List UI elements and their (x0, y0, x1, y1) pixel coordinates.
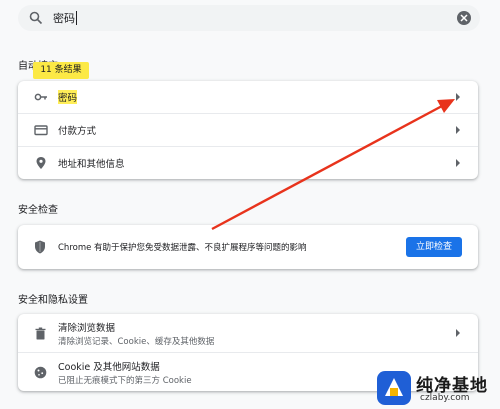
privacy-section-title: 安全和隐私设置 (18, 295, 88, 306)
check-now-button[interactable]: 立即检查 (406, 237, 462, 257)
trash-icon (35, 327, 46, 340)
autofill-item-passwords[interactable]: 密码 (18, 81, 478, 113)
autofill-item-addresses[interactable]: 地址和其他信息 (18, 146, 478, 179)
autofill-card: 密码 付款方式 地址和其他信息 (18, 81, 478, 179)
chevron-right-icon (456, 126, 460, 134)
autofill-item-label: 付款方式 (58, 126, 97, 137)
safety-check-message: Chrome 有助于保护您免受数据泄露、不良扩展程序等问题的影响 (58, 243, 307, 253)
privacy-item-title: Cookie 及其他网站数据 (58, 362, 160, 373)
privacy-item-subtitle: 已阻止无痕模式下的第三方 Cookie (58, 376, 192, 386)
search-input[interactable]: 密码 (53, 10, 75, 26)
clear-search-button[interactable] (457, 11, 471, 25)
privacy-item-title: 清除浏览数据 (58, 323, 116, 334)
credit-card-icon (34, 125, 48, 136)
safety-check-card: Chrome 有助于保护您免受数据泄露、不良扩展程序等问题的影响 立即检查 (18, 225, 478, 269)
shield-icon (35, 240, 45, 254)
autofill-item-label: 密码 (58, 90, 78, 104)
autofill-item-payment[interactable]: 付款方式 (18, 113, 478, 146)
chevron-right-icon (456, 93, 460, 101)
search-bar[interactable]: 密码 (18, 5, 480, 31)
watermark-url: czlaby.com (420, 393, 470, 403)
chevron-right-icon (456, 329, 460, 337)
watermark: 纯净基地 czlaby.com (376, 367, 500, 409)
cookie-icon (34, 366, 47, 379)
autofill-item-label: 地址和其他信息 (58, 159, 125, 170)
close-icon (460, 14, 468, 22)
privacy-item-subtitle: 清除浏览记录、Cookie、缓存及其他数据 (58, 337, 215, 347)
location-pin-icon (36, 157, 46, 169)
site-logo-icon (377, 371, 411, 405)
chevron-right-icon (456, 159, 460, 167)
privacy-item-clear-browsing-data[interactable]: 清除浏览数据 清除浏览记录、Cookie、缓存及其他数据 (18, 314, 478, 352)
text-cursor (76, 11, 77, 25)
results-count-badge: 11 条结果 (33, 62, 89, 79)
search-icon (29, 11, 43, 25)
key-icon (34, 93, 47, 101)
safety-section-title: 安全检查 (18, 205, 58, 216)
